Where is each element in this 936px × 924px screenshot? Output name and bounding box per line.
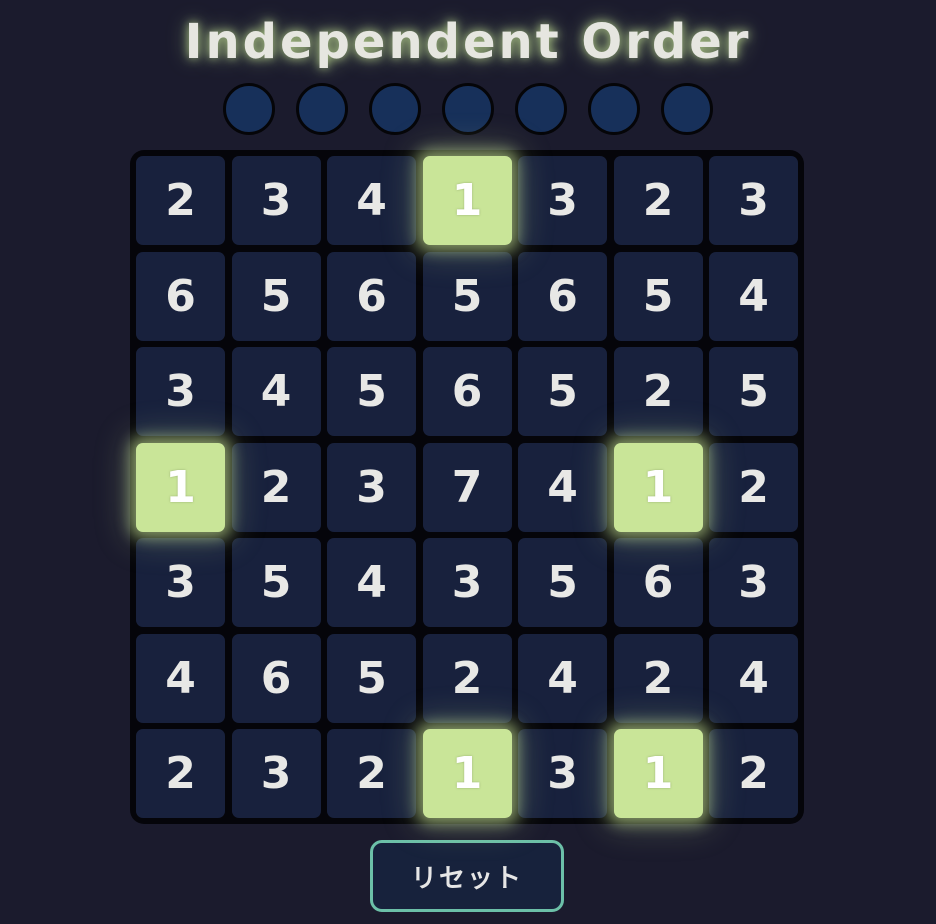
grid-cell[interactable]: 3	[518, 729, 607, 818]
grid-cell[interactable]: 2	[613, 633, 703, 723]
grid-cell[interactable]: 5	[231, 251, 321, 341]
game-title: Independent Order	[184, 14, 752, 70]
grid-cell-highlighted[interactable]: 1	[613, 442, 703, 532]
grid-cell[interactable]: 2	[709, 442, 798, 532]
indicator-dot	[442, 83, 494, 135]
grid-cell[interactable]: 2	[136, 729, 225, 818]
grid-cell[interactable]: 7	[422, 442, 512, 532]
indicator-dot	[588, 83, 640, 135]
grid-cell[interactable]: 4	[709, 633, 798, 723]
grid-cell-highlighted[interactable]: 1	[613, 729, 703, 818]
grid-cell[interactable]: 6	[231, 633, 321, 723]
indicator-row	[0, 83, 936, 135]
grid-cell[interactable]: 2	[231, 442, 321, 532]
grid-cell[interactable]: 5	[327, 347, 416, 436]
grid-cell[interactable]: 5	[518, 538, 607, 627]
game-board: 2 3 4 1 3 2 3 6 5 6 5 6 5 4 3 4 5 6 5 2 …	[130, 150, 804, 824]
grid-cell-highlighted[interactable]: 1	[422, 156, 512, 245]
grid-cell[interactable]: 4	[518, 633, 607, 723]
grid-cell[interactable]: 3	[518, 156, 607, 245]
grid-cell[interactable]: 5	[518, 347, 607, 436]
indicator-dot	[661, 83, 713, 135]
grid-cell[interactable]: 2	[709, 729, 798, 818]
grid-cell[interactable]: 5	[422, 251, 512, 341]
grid-cell[interactable]: 2	[422, 633, 512, 723]
grid-cell[interactable]: 3	[231, 156, 321, 245]
grid-cell[interactable]: 2	[613, 347, 703, 436]
grid-cell[interactable]: 4	[136, 633, 225, 723]
grid-cell[interactable]: 4	[231, 347, 321, 436]
grid-cell[interactable]: 6	[136, 251, 225, 341]
indicator-dot	[515, 83, 567, 135]
grid-cell-highlighted[interactable]: 1	[422, 729, 512, 818]
indicator-dot	[369, 83, 421, 135]
indicator-dot	[223, 83, 275, 135]
grid-cell[interactable]: 4	[709, 251, 798, 341]
grid-cell[interactable]: 3	[709, 156, 798, 245]
grid-cell[interactable]: 2	[136, 156, 225, 245]
grid-cell[interactable]: 2	[327, 729, 416, 818]
indicator-dot	[296, 83, 348, 135]
grid-cell[interactable]: 3	[327, 442, 416, 532]
grid-cell[interactable]: 3	[136, 347, 225, 436]
reset-button[interactable]: リセット	[370, 840, 564, 912]
grid-cell[interactable]: 4	[327, 538, 416, 627]
grid-cell[interactable]: 6	[422, 347, 512, 436]
grid-cell[interactable]: 3	[422, 538, 512, 627]
grid-cell[interactable]: 4	[518, 442, 607, 532]
grid-cell[interactable]: 6	[613, 538, 703, 627]
grid-cell[interactable]: 3	[231, 729, 321, 818]
grid-cell[interactable]: 3	[136, 538, 225, 627]
grid-cell[interactable]: 5	[231, 538, 321, 627]
grid-cell-highlighted[interactable]: 1	[136, 442, 225, 532]
grid-cell[interactable]: 6	[518, 251, 607, 341]
grid-cell[interactable]: 5	[613, 251, 703, 341]
grid-cell[interactable]: 5	[709, 347, 798, 436]
grid-cell[interactable]: 2	[613, 156, 703, 245]
grid-cell[interactable]: 5	[327, 633, 416, 723]
grid-cell[interactable]: 4	[327, 156, 416, 245]
grid-cell[interactable]: 6	[327, 251, 416, 341]
grid-cell[interactable]: 3	[709, 538, 798, 627]
